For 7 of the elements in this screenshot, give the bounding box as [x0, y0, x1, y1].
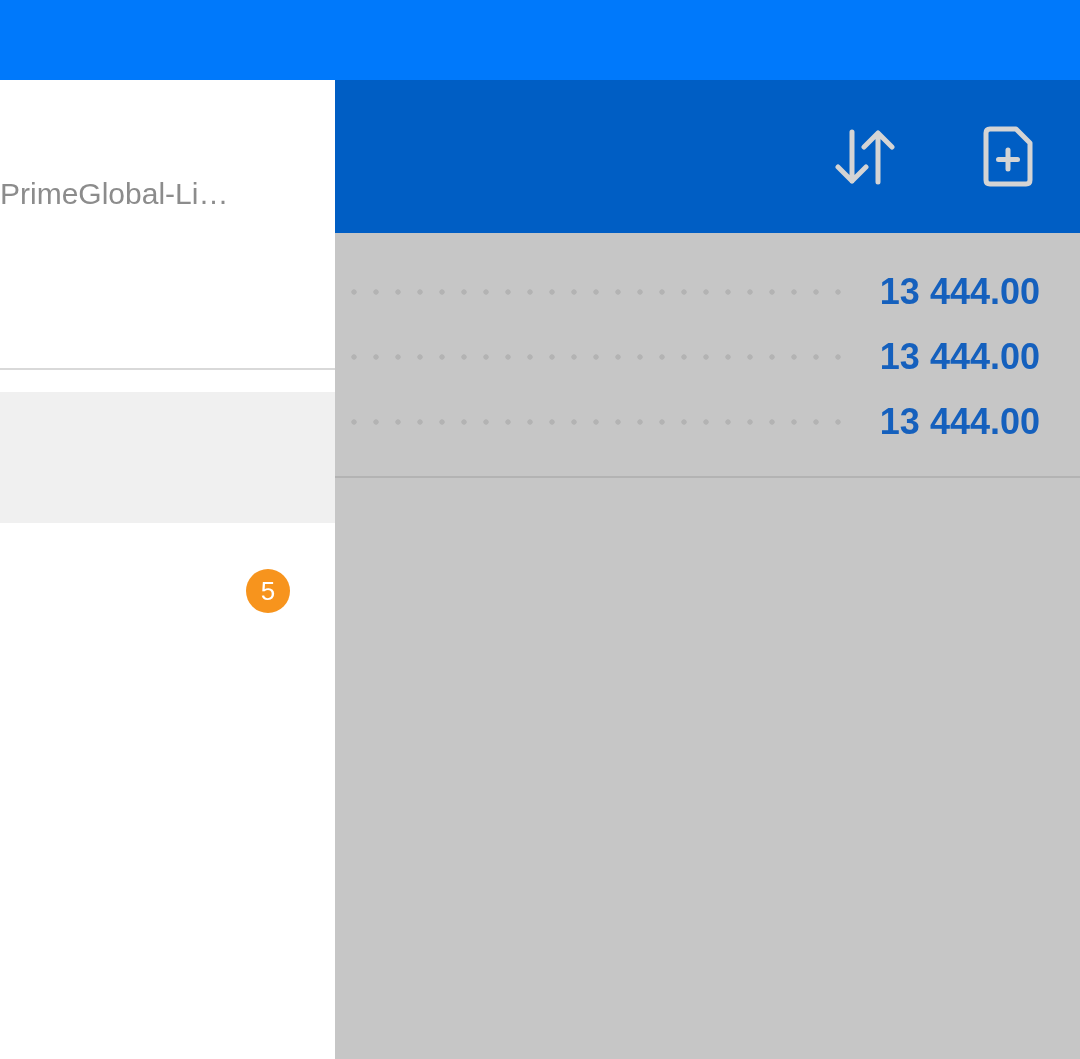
add-document-icon[interactable]	[983, 126, 1033, 187]
sort-icon[interactable]	[835, 128, 895, 185]
server-name: PrimeGlobal-Li…	[0, 176, 230, 212]
balance-value: 13 444.00	[879, 270, 1040, 313]
balance-value: 13 444.00	[879, 400, 1040, 443]
balance-value: 13 444.00	[879, 335, 1040, 378]
count-badge: 5	[246, 569, 290, 613]
